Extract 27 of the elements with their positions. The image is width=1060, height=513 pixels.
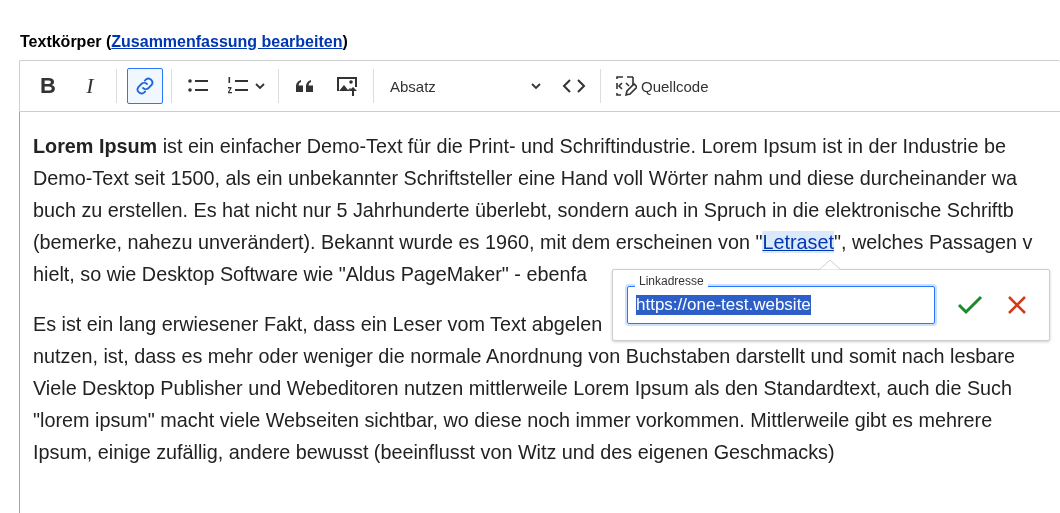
text-line: nutzen, ist, dass es mehr oder weniger die normale Anordnung von Buchstaben darstellt und somit nach lesbare (33, 344, 1015, 369)
image-upload-icon (335, 74, 359, 98)
heading-dropdown[interactable]: Absatz (382, 68, 550, 104)
close-icon (1007, 295, 1027, 315)
caret-icon (530, 80, 542, 92)
text-line: Es ist ein lang erwiesener Fakt, dass ein Leser vom Text abgelen (33, 312, 603, 337)
text-line: Demo-Text seit 1500, als ein unbekannter Schriftsteller eine Hand voll Wörter nahm und diese durcheinander wa (33, 166, 1018, 191)
edit-summary-link[interactable]: Zusammenfassung bearbeiten (111, 33, 343, 50)
text-line: (bemerke, nahezu unverändert). Bekannt wurde es 1960, mit dem erscheinen von "Letraset", welches Passagen v (33, 230, 1033, 255)
text-line: hielt, so wie Desktop Software wie "Aldus PageMaker" - ebenfa (33, 262, 587, 287)
italic-button[interactable]: I (72, 68, 108, 104)
text-link[interactable]: Letraset (762, 231, 834, 253)
text-line: Lorem Ipsum ist ein einfacher Demo-Text für die Print- und Schriftindustrie. Lorem Ipsum ist in der Industrie be (33, 134, 1006, 159)
text-line: buch zu erstellen. Es hat nicht nur 5 Jahrhunderte überlebt, sondern auch in Spruch in die elektronische Schriftb (33, 198, 1014, 223)
field-label: Textkörper ( (20, 33, 112, 50)
link-button[interactable] (127, 68, 163, 104)
source-code-icon (613, 74, 637, 98)
checkmark-icon (957, 294, 983, 316)
link-url-field[interactable]: https://one-test.website (627, 286, 935, 324)
field-label-end: ) (342, 33, 348, 50)
text-line: "lorem ipsum" macht viele Webseiten sichtbar, wo diese noch immer vorkommen. Mittlerweile gibt es mehrere (33, 408, 993, 433)
text-line: Ipsum, einige zufällig, andere bewusst (beeinflusst von Witz und des eigenen Geschmacks) (33, 440, 835, 465)
field-label: Linkadresse (635, 274, 708, 288)
text-line: Viele Desktop Publisher und Webeditoren nutzen mittlerweile Lorem Ipsum als den Standardtext, auch die Such (33, 376, 1012, 401)
source-button[interactable]: Quellcode (609, 68, 713, 104)
bold-button[interactable]: B (30, 68, 66, 104)
caret-icon (254, 80, 266, 92)
